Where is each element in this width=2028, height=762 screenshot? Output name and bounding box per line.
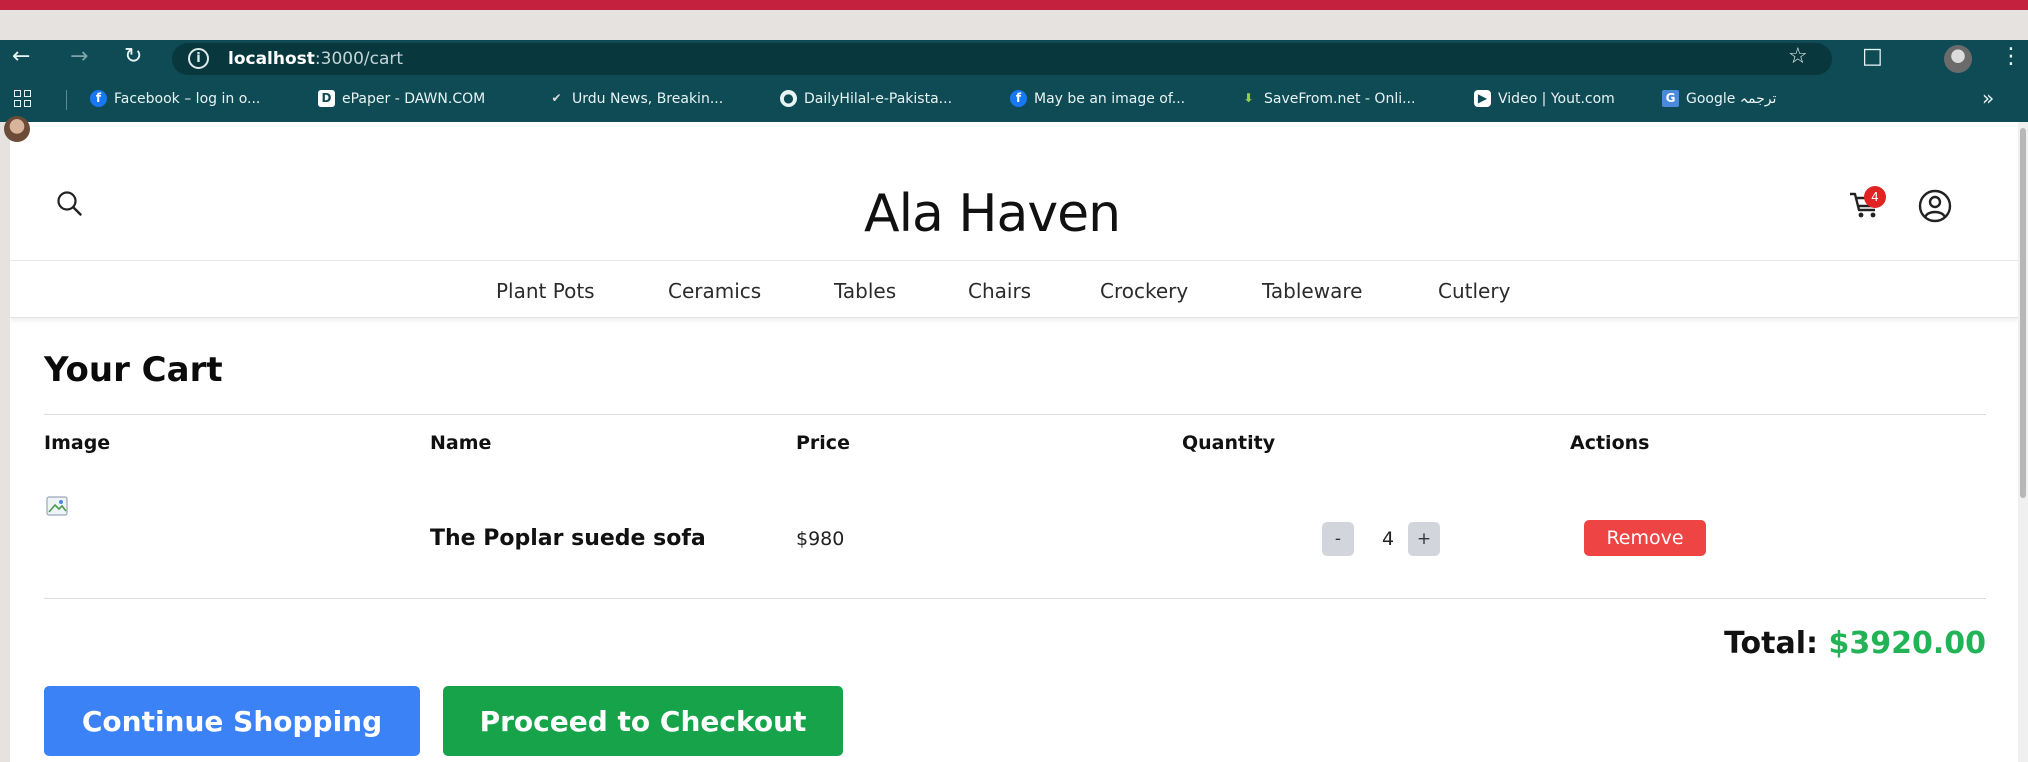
column-header-name: Name — [430, 432, 492, 454]
bookmark-facebook[interactable]: f Facebook – log in o... — [90, 90, 260, 107]
reload-icon[interactable]: ↻ — [124, 44, 142, 69]
site-header: Ala Haven 4 — [10, 122, 2018, 260]
cart-total: Total: $3920.00 — [1724, 626, 1986, 661]
bookmark-dawn[interactable]: D ePaper - DAWN.COM — [318, 90, 485, 107]
forward-arrow-icon[interactable]: → — [70, 44, 88, 69]
continue-shopping-button[interactable]: Continue Shopping — [44, 686, 420, 756]
bookmark-label: Urdu News, Breakin... — [572, 90, 724, 107]
url-text: localhost:3000/cart — [228, 49, 403, 69]
bookmark-urdu-news[interactable]: ✔ Urdu News, Breakin... — [548, 90, 723, 107]
url-path: :3000/cart — [314, 49, 404, 69]
address-row: ← → ↻ i localhost:3000/cart ☆ □ ⋮ — [0, 40, 2028, 78]
google-translate-icon: G — [1662, 90, 1679, 107]
savefrom-icon: ⬇ — [1243, 91, 1254, 105]
bookmark-label: Google ترجمہ — [1686, 90, 1777, 107]
column-header-quantity: Quantity — [1182, 432, 1276, 454]
profile-avatar[interactable] — [1944, 45, 1972, 73]
bookmark-label: Facebook – log in o... — [114, 90, 261, 107]
yout-icon: ▶ — [1474, 90, 1491, 107]
globe-icon: ● — [780, 90, 797, 107]
table-top-rule — [44, 414, 1986, 415]
bookmark-label: ePaper - DAWN.COM — [342, 90, 486, 107]
menu-kebab-icon[interactable]: ⋮ — [2000, 44, 2022, 69]
bookmark-yout[interactable]: ▶ Video | Yout.com — [1474, 90, 1615, 107]
nav-item-chairs[interactable]: Chairs — [968, 279, 1031, 303]
bookmarks-more-icon[interactable]: » — [1982, 86, 1994, 110]
proceed-to-checkout-button[interactable]: Proceed to Checkout — [443, 686, 843, 756]
back-arrow-icon[interactable]: ← — [12, 44, 30, 69]
apps-grid-icon[interactable] — [14, 90, 32, 108]
increase-quantity-button[interactable]: + — [1408, 522, 1440, 556]
floating-avatar — [4, 116, 30, 142]
category-nav: Plant Pots Ceramics Tables Chairs Crocke… — [10, 261, 2018, 318]
bookmarks-separator — [66, 90, 67, 110]
bookmark-google-translate[interactable]: G Google ترجمہ — [1662, 90, 1776, 107]
broken-image-icon — [46, 496, 68, 516]
browser-chrome: ← → ↻ i localhost:3000/cart ☆ □ ⋮ f Face… — [0, 40, 2028, 122]
facebook-icon: f — [90, 90, 107, 107]
cart-count-badge: 4 — [1864, 186, 1886, 208]
column-header-actions: Actions — [1570, 432, 1650, 454]
product-name: The Poplar suede sofa — [430, 526, 706, 551]
bookmark-label: May be an image of... — [1034, 90, 1186, 107]
address-bar[interactable]: i localhost:3000/cart — [172, 43, 1832, 75]
bookmark-star-icon[interactable]: ☆ — [1788, 44, 1808, 69]
nav-item-tableware[interactable]: Tableware — [1262, 279, 1362, 303]
dawn-icon: D — [318, 90, 335, 107]
user-account-icon[interactable] — [1918, 189, 1952, 223]
extensions-icon[interactable]: □ — [1862, 44, 1883, 69]
total-value: $3920.00 — [1828, 626, 1986, 661]
site-brand-title[interactable]: Ala Haven — [864, 184, 1121, 244]
table-bottom-rule — [44, 598, 1986, 599]
nav-item-plant-pots[interactable]: Plant Pots — [496, 279, 595, 303]
bookmark-dailyhilal[interactable]: ● DailyHilal-e-Pakista... — [780, 90, 952, 107]
urdu-news-icon: ✔ — [551, 91, 562, 105]
bookmark-savefrom[interactable]: ⬇ SaveFrom.net - Onli... — [1240, 90, 1415, 107]
site-info-icon[interactable]: i — [188, 48, 209, 69]
scrollbar-thumb[interactable] — [2020, 128, 2026, 498]
slide-background-band — [0, 10, 2028, 40]
page-title: Your Cart — [44, 350, 223, 390]
bookmark-label: Video | Yout.com — [1498, 90, 1615, 107]
search-icon[interactable] — [56, 190, 82, 216]
nav-item-crockery[interactable]: Crockery — [1100, 279, 1188, 303]
facebook-icon: f — [1010, 90, 1027, 107]
bookmark-label: DailyHilal-e-Pakista... — [804, 90, 953, 107]
decrease-quantity-button[interactable]: - — [1322, 522, 1354, 556]
bookmark-facebook-image[interactable]: f May be an image of... — [1010, 90, 1185, 107]
slide-top-bar — [0, 0, 2028, 10]
nav-item-cutlery[interactable]: Cutlery — [1438, 279, 1510, 303]
product-price: $980 — [796, 528, 845, 550]
quantity-value: 4 — [1382, 528, 1395, 550]
bookmark-label: SaveFrom.net - Onli... — [1264, 90, 1416, 107]
column-header-price: Price — [796, 432, 850, 454]
column-header-image: Image — [44, 432, 111, 454]
url-host: localhost — [228, 49, 315, 69]
bookmarks-bar: f Facebook – log in o... D ePaper - DAWN… — [0, 78, 2028, 122]
remove-item-button[interactable]: Remove — [1584, 520, 1706, 556]
web-page: Ala Haven 4 Plant Pots Ceramics Tables C… — [10, 122, 2018, 762]
total-label: Total: — [1724, 626, 1819, 661]
nav-item-ceramics[interactable]: Ceramics — [668, 279, 761, 303]
nav-item-tables[interactable]: Tables — [834, 279, 896, 303]
